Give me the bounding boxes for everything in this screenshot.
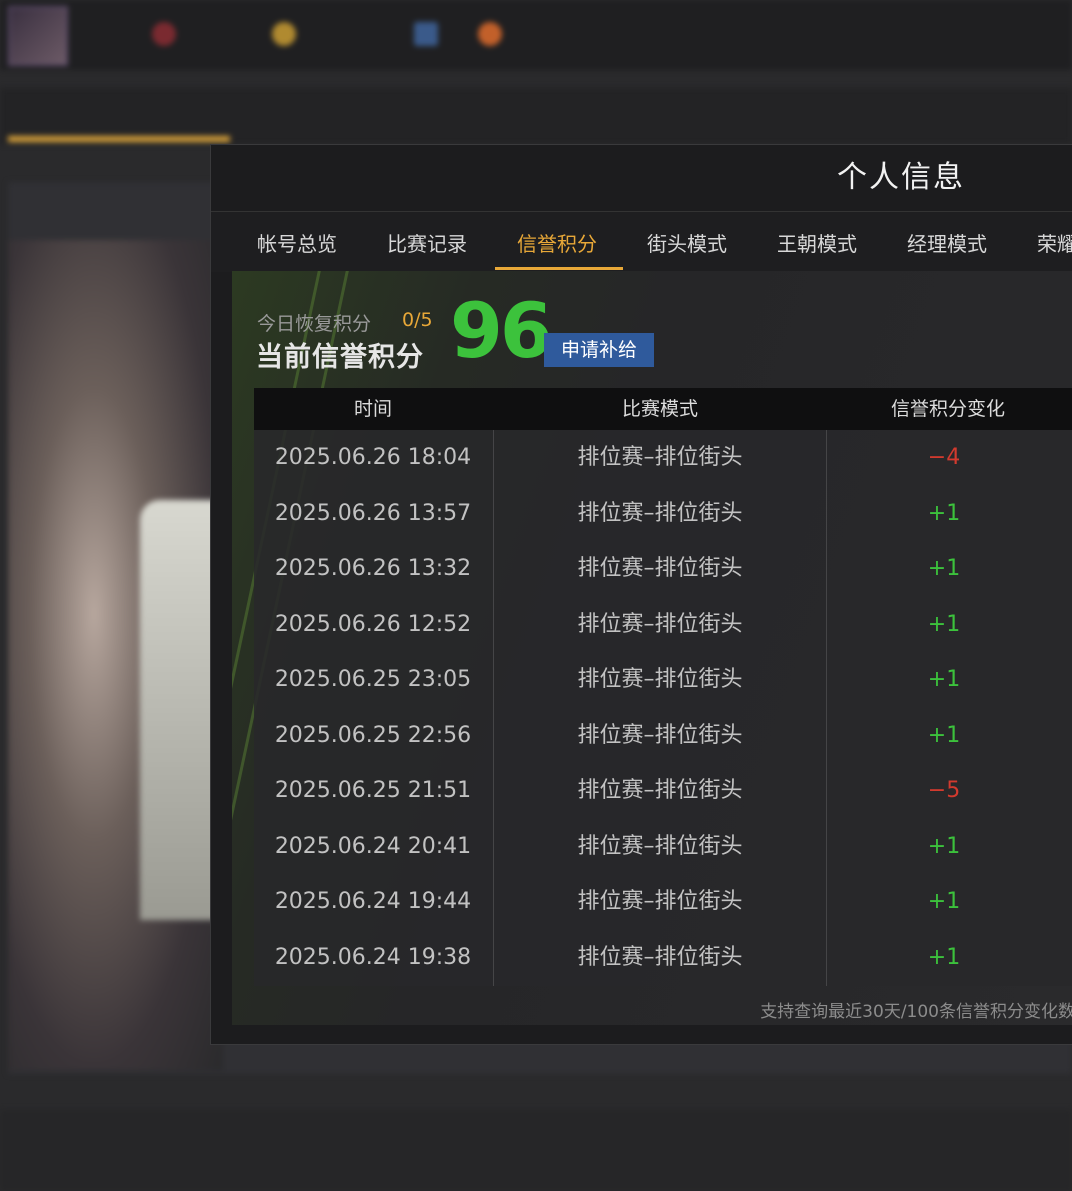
row-time: 2025.06.26 18:04 — [274, 445, 472, 470]
background-bottom-bar — [0, 1110, 1072, 1191]
row-match-mode: 排位赛–排位街头 — [577, 889, 743, 914]
tab-manager-mode[interactable]: 经理模式 — [883, 212, 1011, 270]
row-match-mode: 排位赛–排位街头 — [577, 833, 743, 859]
row-time: 2025.06.25 22:56 — [274, 722, 472, 748]
table-row: 2025.06.24 19:44 排位赛–排位街头 +1 — [254, 874, 1072, 930]
background-nav-underline — [8, 136, 230, 142]
tab-account-overview[interactable]: 帐号总览 — [233, 212, 361, 270]
current-credit-label: 当前信誉积分 — [256, 342, 424, 373]
table-row: 2025.06.25 23:05 排位赛–排位街头 +1 — [254, 652, 1072, 708]
background-top-bar — [0, 0, 1072, 70]
tab-bar: 帐号总览 比赛记录 信誉积分 街头模式 王朝模式 经理模式 荣耀 — [211, 212, 1072, 272]
table-row: 2025.06.26 12:52 排位赛–排位街头 +1 — [254, 597, 1072, 653]
header-match-mode: 比赛模式 — [621, 398, 698, 420]
ticket-icon — [414, 22, 438, 46]
row-credit-change: +1 — [927, 611, 961, 637]
table-row: 2025.06.26 13:32 排位赛–排位街头 +1 — [254, 541, 1072, 597]
row-credit-change: +1 — [927, 556, 961, 581]
row-time: 2025.06.24 19:44 — [274, 889, 472, 914]
current-credit-score: 96 — [450, 286, 553, 375]
credit-panel: 今日恢复积分 0/5 当前信誉积分 96 申请补给 时间 比赛模式 信誉积分变化… — [232, 271, 1072, 1025]
row-match-mode: 排位赛–排位街头 — [577, 500, 743, 526]
row-credit-change: +1 — [927, 667, 961, 692]
row-match-mode: 排位赛–排位街头 — [577, 445, 743, 470]
row-credit-change: +1 — [927, 833, 961, 859]
row-time: 2025.06.26 12:52 — [274, 611, 472, 637]
column-divider — [826, 430, 827, 986]
avatar — [8, 6, 68, 66]
row-match-mode: 排位赛–排位街头 — [577, 722, 743, 748]
tab-match-records[interactable]: 比赛记录 — [363, 212, 491, 270]
row-match-mode: 排位赛–排位街头 — [577, 667, 743, 692]
player-jersey — [140, 500, 220, 920]
table-body: 2025.06.26 18:04 排位赛–排位街头 −4 2025.06.26 13:… — [254, 430, 1072, 986]
row-time: 2025.06.24 20:41 — [274, 833, 472, 859]
row-credit-change: −5 — [927, 778, 961, 803]
coin-icon — [272, 22, 296, 46]
tab-dynasty-mode[interactable]: 王朝模式 — [753, 212, 881, 270]
row-time: 2025.06.26 13:32 — [274, 556, 472, 581]
table-row: 2025.06.24 19:38 排位赛–排位街头 +1 — [254, 930, 1072, 986]
row-match-mode: 排位赛–排位街头 — [577, 778, 743, 803]
column-divider — [493, 430, 494, 986]
personal-info-dialog: 个人信息 帐号总览 比赛记录 信誉积分 街头模式 王朝模式 经理模式 荣耀 今日… — [210, 144, 1072, 1045]
table-header: 时间 比赛模式 信誉积分变化 — [254, 388, 1072, 430]
row-time: 2025.06.25 21:51 — [274, 778, 472, 803]
tab-street-mode[interactable]: 街头模式 — [623, 212, 751, 270]
table-row: 2025.06.25 22:56 排位赛–排位街头 +1 — [254, 708, 1072, 764]
table-row: 2025.06.24 20:41 排位赛–排位街头 +1 — [254, 819, 1072, 875]
tab-honor[interactable]: 荣耀 — [1013, 212, 1072, 270]
tab-credit-points[interactable]: 信誉积分 — [493, 212, 621, 270]
apply-supply-button[interactable]: 申请补给 — [544, 333, 654, 367]
ball-icon — [478, 22, 502, 46]
row-credit-change: +1 — [927, 889, 961, 914]
query-hint-text: 支持查询最近30天/100条信誉积分变化数据 — [760, 1002, 1072, 1022]
row-time: 2025.06.26 13:57 — [274, 500, 472, 526]
table-row: 2025.06.25 21:51 排位赛–排位街头 −5 — [254, 763, 1072, 819]
badge-icon — [152, 22, 176, 46]
row-match-mode: 排位赛–排位街头 — [577, 611, 743, 637]
recover-points-value: 0/5 — [402, 309, 433, 331]
header-time: 时间 — [353, 398, 392, 420]
row-match-mode: 排位赛–排位街头 — [577, 944, 743, 970]
header-credit-change: 信誉积分变化 — [890, 398, 1005, 420]
table-row: 2025.06.26 13:57 排位赛–排位街头 +1 — [254, 486, 1072, 542]
active-tab-underline — [495, 267, 623, 270]
row-time: 2025.06.24 19:38 — [274, 944, 472, 970]
row-credit-change: +1 — [927, 500, 961, 526]
row-credit-change: +1 — [927, 944, 961, 970]
row-time: 2025.06.25 23:05 — [274, 667, 472, 692]
recover-points-label: 今日恢复积分 — [257, 313, 372, 335]
credit-history-table: 时间 比赛模式 信誉积分变化 2025.06.26 18:04 排位赛–排位街头 −… — [254, 388, 1072, 988]
row-credit-change: +1 — [927, 722, 961, 748]
dialog-title: 个人信息 — [837, 160, 965, 195]
row-credit-change: −4 — [927, 445, 961, 470]
row-match-mode: 排位赛–排位街头 — [577, 556, 743, 581]
table-row: 2025.06.26 18:04 排位赛–排位街头 −4 — [254, 430, 1072, 486]
